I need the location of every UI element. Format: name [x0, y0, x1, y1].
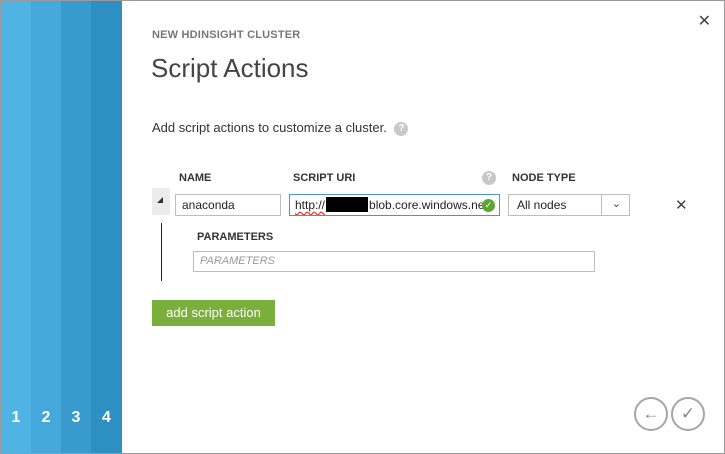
uri-help-icon[interactable]: ?: [482, 171, 496, 185]
select-divider: [601, 195, 602, 215]
uri-suffix: blob.core.windows.ne: [369, 198, 485, 212]
help-icon[interactable]: ?: [394, 122, 409, 136]
parameters-input[interactable]: PARAMETERS: [193, 251, 595, 272]
wizard-step-1[interactable]: 1: [1, 1, 31, 453]
step-number: 2: [41, 409, 51, 426]
parameters-label: PARAMETERS: [197, 231, 274, 243]
step-number: 4: [102, 409, 111, 426]
node-type-select[interactable]: All nodes ⌄: [508, 194, 630, 216]
wizard-step-4[interactable]: 4: [91, 1, 122, 453]
description-text: Add script actions to customize a cluste…: [152, 120, 387, 135]
name-input[interactable]: anaconda: [175, 194, 281, 216]
close-icon[interactable]: ✕: [698, 14, 711, 30]
page-title: Script Actions: [151, 53, 309, 83]
redacted-block: [326, 197, 369, 212]
step-number: 1: [11, 409, 21, 426]
chevron-down-icon: ⌄: [611, 198, 621, 210]
remove-row-icon[interactable]: ✕: [675, 196, 688, 214]
finish-check-icon[interactable]: ✓: [671, 397, 705, 431]
step-number: 3: [71, 409, 81, 426]
column-header-node-type: NODE TYPE: [512, 172, 576, 184]
dialog-subtitle: NEW HDINSIGHT CLUSTER: [152, 29, 301, 41]
collapse-row-icon[interactable]: [152, 188, 170, 215]
script-uri-input[interactable]: http:// blob.core.windows.ne ✓: [289, 194, 500, 216]
back-arrow-icon[interactable]: ←: [634, 397, 668, 431]
uri-prefix: http://: [295, 198, 326, 212]
wizard-step-2[interactable]: 2: [31, 1, 61, 453]
wizard-steps: 1 2 3 4: [1, 1, 122, 453]
row-connector-line: [161, 223, 162, 281]
add-script-action-button[interactable]: add script action: [152, 300, 275, 326]
checkmark-icon: ✓: [482, 199, 495, 212]
column-header-name: NAME: [179, 172, 212, 184]
description: Add script actions to customize a cluste…: [152, 120, 409, 136]
wizard-step-3[interactable]: 3: [61, 1, 91, 453]
column-header-script-uri: SCRIPT URI: [293, 172, 356, 184]
node-type-value: All nodes: [517, 198, 567, 212]
